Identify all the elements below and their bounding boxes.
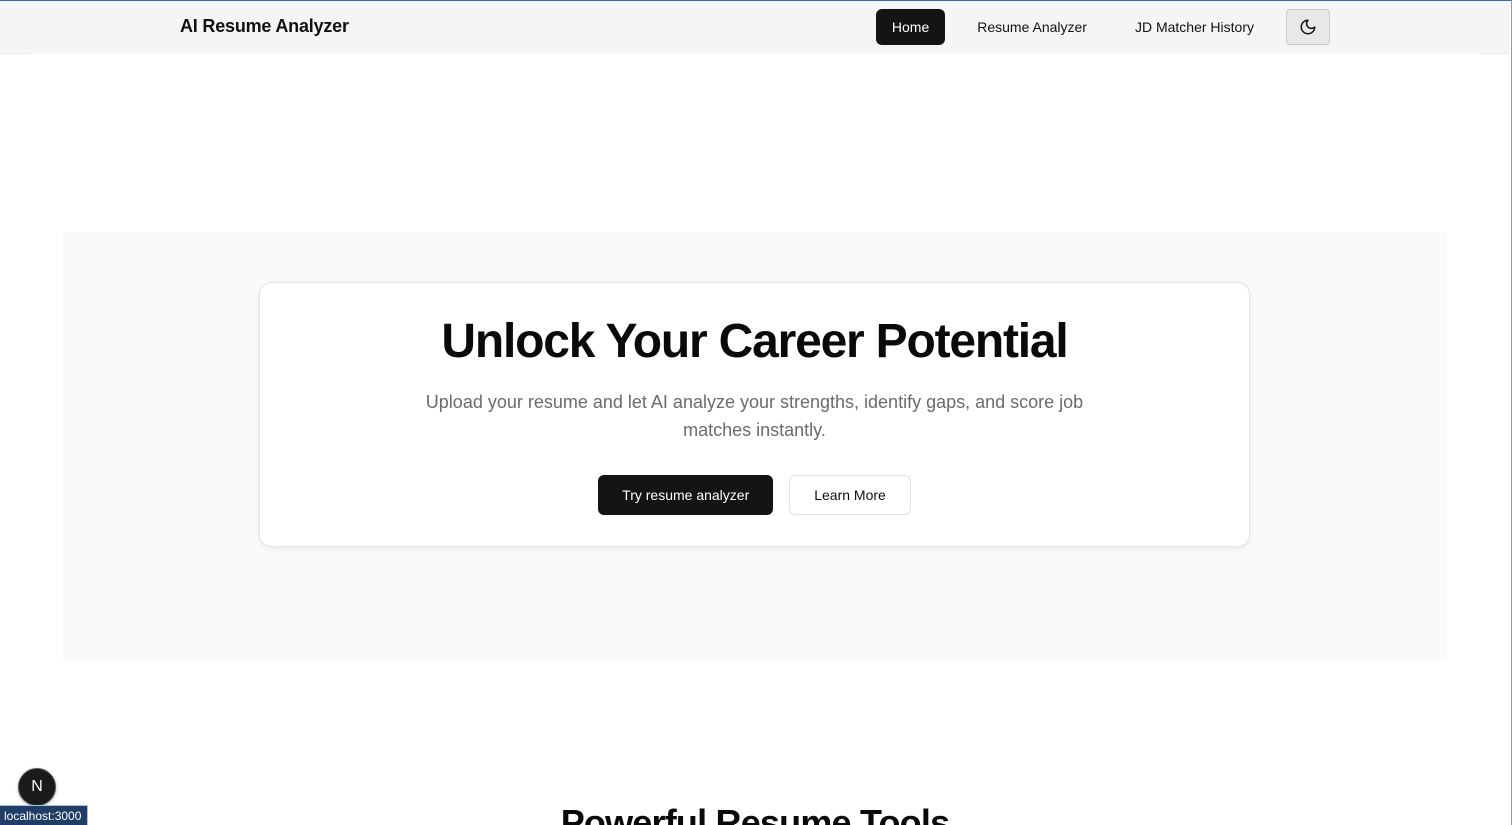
try-resume-analyzer-button[interactable]: Try resume analyzer xyxy=(598,475,774,515)
nav-links: Home Resume Analyzer JD Matcher History xyxy=(875,9,1330,45)
nextjs-letter: N xyxy=(31,778,43,795)
nav-resume-analyzer-link[interactable]: Resume Analyzer xyxy=(961,9,1103,45)
hero-actions: Try resume analyzer Learn More xyxy=(260,475,1249,515)
nav-jd-matcher-history-link[interactable]: JD Matcher History xyxy=(1119,9,1270,45)
hero-subtitle: Upload your resume and let AI analyze yo… xyxy=(425,392,1084,440)
brand-title[interactable]: AI Resume Analyzer xyxy=(180,16,349,37)
moon-icon xyxy=(1300,19,1316,35)
theme-toggle-button[interactable] xyxy=(1286,9,1330,45)
nextjs-icon[interactable]: N xyxy=(18,768,56,806)
status-bar-url: localhost:3000 xyxy=(0,805,89,825)
hero-card: Unlock Your Career Potential Upload your… xyxy=(259,282,1250,547)
page: AI Resume Analyzer Home Resume Analyzer … xyxy=(0,0,1512,825)
navbar-shadow-strip xyxy=(31,53,1479,57)
learn-more-button[interactable]: Learn More xyxy=(789,475,911,515)
hero-title: Unlock Your Career Potential xyxy=(441,315,1068,368)
nav-home-link[interactable]: Home xyxy=(875,9,946,45)
navbar-inner: AI Resume Analyzer Home Resume Analyzer … xyxy=(180,1,1330,53)
section-title: Powerful Resume Tools xyxy=(560,802,950,825)
navbar: AI Resume Analyzer Home Resume Analyzer … xyxy=(0,1,1510,54)
